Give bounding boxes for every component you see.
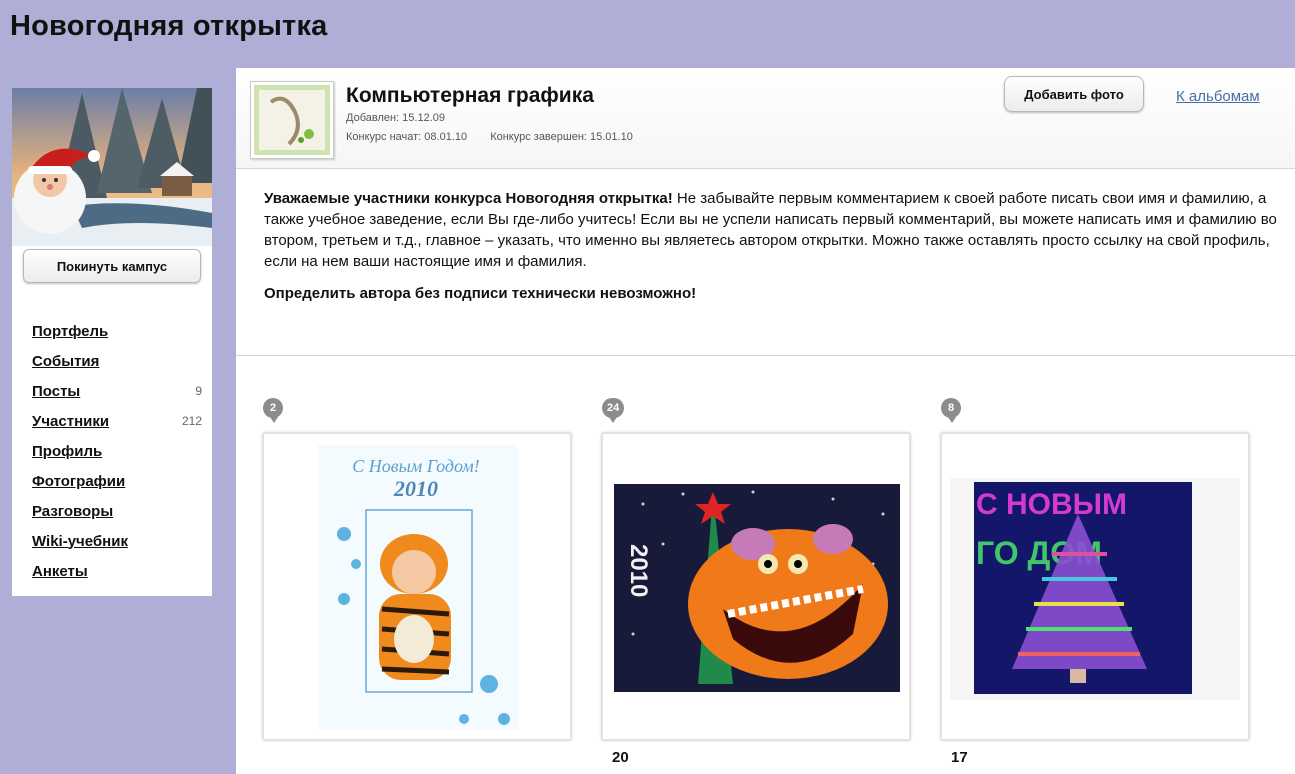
album-added-date: Добавлен: 15.12.09 <box>346 112 445 124</box>
photo-item: 24 2010 20 <box>602 398 912 766</box>
photo-votes: 17 <box>951 749 968 766</box>
sidebar-item-photos: Фотографии <box>32 466 202 496</box>
card-year-text: 2010 <box>625 544 652 597</box>
photo-item: 2 С Новым Годом! 2010 <box>263 398 573 740</box>
sidebar-item-label[interactable]: Участники <box>32 413 109 430</box>
contest-notice: Уважаемые участники конкурса Новогодняя … <box>264 188 1279 315</box>
album-title: Компьютерная графика <box>346 84 594 107</box>
album-cover-image <box>254 85 330 155</box>
sidebar-item-label[interactable]: События <box>32 353 99 370</box>
card-year-text: 2010 <box>393 476 438 501</box>
divider <box>236 355 1295 356</box>
sidebar-item-profile: Профиль <box>32 436 202 466</box>
sidebar-item-count: 212 <box>181 414 202 428</box>
photo-card[interactable]: С НОВЫМ ГО ДОМ <box>941 433 1249 740</box>
photo-votes: 20 <box>612 749 629 766</box>
sidebar-item-events: События <box>32 346 202 376</box>
sidebar-item-surveys: Анкеты <box>32 556 202 586</box>
main-content: Компьютерная графика Добавлен: 15.12.09 … <box>236 68 1295 774</box>
notice-paragraph: Уважаемые участники конкурса Новогодняя … <box>264 188 1279 272</box>
add-photo-button[interactable]: Добавить фото <box>1004 76 1144 112</box>
sidebar-item-label[interactable]: Wiki-учебник <box>32 533 128 550</box>
contest-dates: Конкурс начат: 08.01.10 Конкурс завершен… <box>346 131 633 143</box>
photo-thumbnail: 2010 <box>614 484 900 692</box>
sidebar: Покинуть кампус Портфель События Посты 9… <box>12 88 212 596</box>
page-title: Новогодняя открытка <box>10 10 328 42</box>
album-cover-thumbnail[interactable] <box>250 81 334 159</box>
sidebar-item-label[interactable]: Фотографии <box>32 473 125 490</box>
comment-count-badge[interactable]: 8 <box>941 398 961 423</box>
photo-thumbnail: С НОВЫМ ГО ДОМ <box>950 478 1240 700</box>
sidebar-item-label[interactable]: Разговоры <box>32 503 113 520</box>
leave-campus-button[interactable]: Покинуть кампус <box>23 249 201 283</box>
photo-card[interactable]: С Новым Годом! 2010 <box>263 433 571 740</box>
notice-warning-text: Определить автора без подписи технически… <box>264 285 697 302</box>
sidebar-item-wiki: Wiki-учебник <box>32 526 202 556</box>
photo-thumbnail: С Новым Годом! 2010 <box>318 445 518 730</box>
comment-count-badge[interactable]: 24 <box>602 398 625 423</box>
sidebar-item-portfolio: Портфель <box>32 316 202 346</box>
notice-warning: Определить автора без подписи технически… <box>264 283 1279 304</box>
sidebar-item-label[interactable]: Посты <box>32 383 80 400</box>
sidebar-item-posts: Посты 9 <box>32 376 202 406</box>
photo-card[interactable]: 2010 <box>602 433 910 740</box>
card-text-top: С НОВЫМ <box>976 488 1127 521</box>
card-greeting-text: С Новым Годом! <box>352 456 479 476</box>
photo-item: 8 С НОВЫМ ГО ДОМ 17 <box>941 398 1251 766</box>
contest-end-date: Конкурс завершен: 15.01.10 <box>490 131 633 143</box>
sidebar-item-members: Участники 212 <box>32 406 202 436</box>
sidebar-item-label[interactable]: Анкеты <box>32 563 88 580</box>
contest-start-date: Конкурс начат: 08.01.10 <box>346 131 468 143</box>
comment-count-badge[interactable]: 2 <box>263 398 283 423</box>
campus-avatar-image <box>12 88 212 246</box>
sidebar-nav: Портфель События Посты 9 Участники 212 П… <box>32 316 202 586</box>
notice-lead: Уважаемые участники конкурса Новогодняя … <box>264 190 673 207</box>
sidebar-item-count: 9 <box>195 384 202 398</box>
sidebar-item-label[interactable]: Портфель <box>32 323 108 340</box>
to-albums-link[interactable]: К альбомам <box>1176 88 1260 105</box>
sidebar-item-label[interactable]: Профиль <box>32 443 102 460</box>
sidebar-item-conversations: Разговоры <box>32 496 202 526</box>
album-header: Компьютерная графика Добавлен: 15.12.09 … <box>236 68 1295 169</box>
